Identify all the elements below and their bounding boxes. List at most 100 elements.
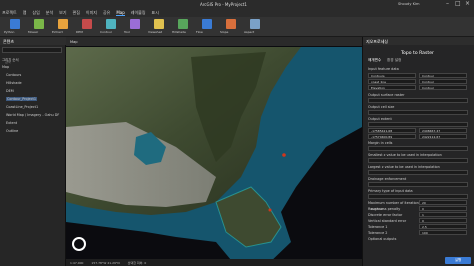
cell-size-input[interactable]: 10 xyxy=(368,110,468,127)
map-view[interactable] xyxy=(66,37,362,266)
ribbon-button-label[interactable]: Extract xyxy=(52,30,63,34)
ribbon-tab[interactable]: Map xyxy=(116,10,125,16)
discretization-input[interactable]: 1 xyxy=(419,212,467,217)
geoprocessing-header: 지오프로세싱 xyxy=(363,37,474,45)
map-status-bar: 1:47,000 157.78°W 21.29°N 선택한 피처: 0 xyxy=(66,259,362,266)
contents-search-input[interactable]: 검색 xyxy=(2,47,62,64)
layer-item[interactable]: Outline xyxy=(6,129,18,133)
maximize-icon[interactable]: □ xyxy=(455,0,461,7)
geoprocessing-pane: 지오프로세싱 Topo to Raster 매개변수 환경 설정 Input f… xyxy=(362,37,474,266)
map-marker[interactable] xyxy=(282,153,286,157)
z-larger-input[interactable] xyxy=(368,170,468,175)
extent-left[interactable]: -17585421.68 xyxy=(368,128,416,133)
ribbon-tabs: 프로젝트 맵 삽입 분석 보기 편집 이미지 공유 Map 레이블링 표시 xyxy=(0,9,474,17)
ribbon-button-label[interactable]: Slope xyxy=(220,30,228,34)
tool-icon[interactable] xyxy=(130,19,140,29)
ribbon-tab[interactable]: 표시 xyxy=(152,10,159,16)
output-surface-input[interactable]: Oahu_TopoToRaster xyxy=(368,98,468,115)
satellite-map[interactable] xyxy=(66,37,362,266)
ribbon-button-label[interactable]: DEM xyxy=(76,30,83,34)
extent-top[interactable]: 2422112.67 xyxy=(419,134,467,139)
ribbon-tab[interactable]: 프로젝트 xyxy=(2,10,17,16)
input-field[interactable]: Elevation xyxy=(368,85,416,90)
ribbon-button-label[interactable]: Hillshade xyxy=(172,30,186,34)
tool-icon[interactable] xyxy=(226,19,236,29)
primary-type-label: Primary type of input data xyxy=(368,189,413,193)
tool-icon[interactable] xyxy=(178,19,188,29)
input-type[interactable]: Contour xyxy=(419,73,467,78)
tolerance-1-label: Tolerance 1 xyxy=(368,225,388,229)
tool-icon[interactable] xyxy=(58,19,68,29)
contents-pane: 콘텐츠 검색 그리기 순서 Map Contours Hillshade DEM Cont… xyxy=(0,37,66,266)
navigator-icon[interactable] xyxy=(72,237,86,251)
ribbon-tab[interactable]: 삽입 xyxy=(32,10,39,16)
tool-icon[interactable] xyxy=(106,19,116,29)
tab-environments[interactable]: 환경 설정 xyxy=(387,58,401,63)
tolerance-1-input[interactable]: 2.5 xyxy=(419,224,467,229)
tab-parameters[interactable]: 매개변수 xyxy=(368,58,381,63)
extent-bottom[interactable]: 2408467.47 xyxy=(419,128,467,133)
ribbon-tab[interactable]: 공유 xyxy=(103,10,110,16)
input-type[interactable]: Contour xyxy=(419,79,467,84)
input-type[interactable]: Contour xyxy=(419,85,467,90)
ribbon-tab[interactable]: 보기 xyxy=(59,10,66,16)
ribbon-tab[interactable]: 레이블링 xyxy=(131,10,146,16)
layer-item[interactable]: Extent xyxy=(6,121,17,125)
map-tab-bar: Map xyxy=(66,37,362,46)
layer-item[interactable]: Hillshade xyxy=(6,81,22,85)
extent-right[interactable]: -17570400.89 xyxy=(368,134,416,139)
tool-title: Topo to Raster xyxy=(401,51,434,56)
ribbon-button-label[interactable]: Aspect xyxy=(244,30,254,34)
input-field[interactable]: coast_line xyxy=(368,79,416,84)
input-field[interactable]: Contours xyxy=(368,73,416,78)
ribbon-button-label[interactable]: Mosaic xyxy=(28,30,38,34)
tolerance-2-input[interactable]: 100 xyxy=(419,230,467,235)
tool-icon[interactable] xyxy=(82,19,92,29)
ribbon-button-label[interactable]: Flow xyxy=(196,30,203,34)
layer-item[interactable]: 그리기 순서 xyxy=(2,57,19,62)
layer-item[interactable]: World Map / Imagery - Oahu DF xyxy=(6,113,59,117)
window-title: ArcGIS Pro - MyProject1 xyxy=(200,2,247,7)
minimize-icon[interactable]: – xyxy=(446,0,449,7)
selected-features: 선택한 피처: 0 xyxy=(127,260,147,265)
ribbon-button-label[interactable]: Viewshed xyxy=(148,30,162,34)
tool-icon[interactable] xyxy=(10,19,20,29)
ribbon-button-label[interactable]: Tool xyxy=(124,30,130,34)
layer-item[interactable]: Map xyxy=(2,65,9,69)
ribbon-tab[interactable]: 맵 xyxy=(23,10,27,16)
optional-outputs-toggle[interactable]: Optional outputs xyxy=(368,237,396,241)
map-marker[interactable] xyxy=(268,208,272,212)
contents-title: 콘텐츠 xyxy=(3,39,15,44)
ribbon-button-label[interactable]: Python xyxy=(4,30,14,34)
account-name[interactable]: Shoudy Kim xyxy=(398,2,419,6)
drainage-select[interactable]: Enforce xyxy=(368,182,468,199)
map-coordinates: 157.78°W 21.29°N xyxy=(91,260,120,265)
roughness-input[interactable]: 0 xyxy=(419,206,467,211)
map-scale[interactable]: 1:47,000 xyxy=(70,261,83,265)
tab-map[interactable]: Map xyxy=(70,40,78,44)
run-button[interactable]: 실행 xyxy=(445,257,471,264)
z-smaller-input[interactable] xyxy=(368,158,468,163)
layer-item[interactable]: Contour_Project1 xyxy=(6,97,37,101)
layer-item[interactable]: Contours xyxy=(6,73,21,77)
tool-icon[interactable] xyxy=(34,19,44,29)
title-bar: ArcGIS Pro - MyProject1 Shoudy Kim – □ × xyxy=(0,0,474,9)
layer-item[interactable]: DEM xyxy=(6,89,14,93)
tool-icon[interactable] xyxy=(202,19,212,29)
tool-icon[interactable] xyxy=(154,19,164,29)
tool-icon[interactable] xyxy=(250,19,260,29)
ribbon-tab[interactable]: 분석 xyxy=(46,10,53,16)
vertical-std-input[interactable]: 0 xyxy=(419,218,467,223)
close-icon[interactable]: × xyxy=(465,0,470,7)
primary-type-select[interactable]: Contour xyxy=(368,194,468,211)
ribbon-tab[interactable]: 이미지 xyxy=(86,10,97,16)
ribbon-tab[interactable]: 편집 xyxy=(73,10,80,16)
layer-item[interactable]: CoastLine_Project1 xyxy=(6,105,38,109)
z-larger-label: Largest z value to be used in interpolat… xyxy=(368,165,440,169)
drainage-label: Drainage enforcement xyxy=(368,177,407,181)
margin-input[interactable]: 20 xyxy=(368,146,468,163)
iterations-input[interactable]: 20 xyxy=(419,200,467,205)
extent-select[interactable]: 현재 디스플레이 범위 xyxy=(368,122,468,139)
vertical-std-label: Vertical standard error xyxy=(368,219,407,223)
ribbon-button-label[interactable]: Contour xyxy=(100,30,112,34)
